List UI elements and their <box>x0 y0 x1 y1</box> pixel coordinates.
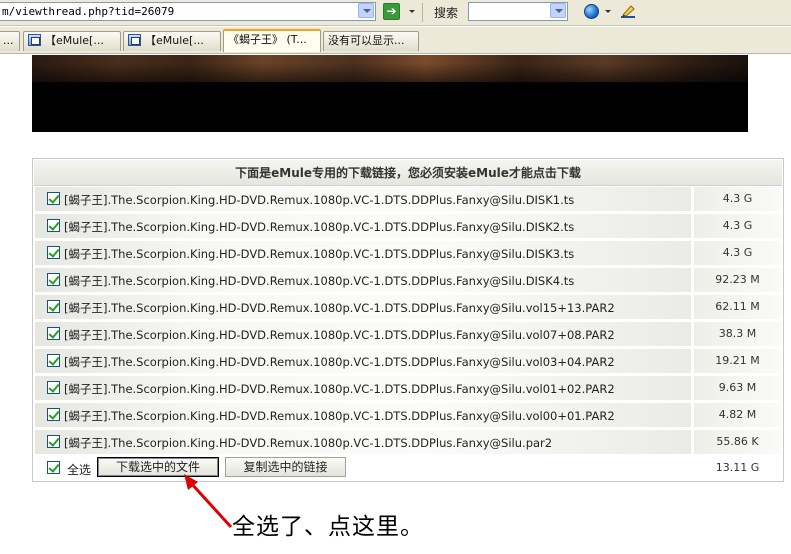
file-size: 38.3 M <box>694 322 781 347</box>
file-size: 4.3 G <box>694 214 781 239</box>
address-bar[interactable]: m/viewthread.php?tid=26079 <box>0 2 376 21</box>
globe-icon[interactable] <box>584 4 599 19</box>
file-checkbox[interactable] <box>47 408 60 421</box>
tab-strip: ... 【eMule[... 【eMule[... 《蝎子王》 (T... 没有… <box>0 27 791 54</box>
pencil-edit-icon[interactable] <box>620 4 636 19</box>
tab-scorpion-king[interactable]: 《蝎子王》 (T... <box>223 29 321 52</box>
tab-emule-2[interactable]: 【eMule[... <box>123 31 221 51</box>
search-dropdown-icon[interactable] <box>550 3 566 18</box>
file-link[interactable]: [蝎子王].The.Scorpion.King.HD-DVD.Remux.108… <box>64 241 574 266</box>
go-arrow-icon[interactable]: ➔ <box>383 3 400 20</box>
address-dropdown-icon[interactable] <box>358 3 374 18</box>
file-checkbox[interactable] <box>47 246 60 259</box>
toolbar-separator <box>422 3 423 22</box>
file-row: [蝎子王].The.Scorpion.King.HD-DVD.Remux.108… <box>35 295 781 320</box>
file-size: 55.86 K <box>694 430 781 455</box>
file-name-cell: [蝎子王].The.Scorpion.King.HD-DVD.Remux.108… <box>35 295 691 320</box>
tab-label: 没有可以显示... <box>328 34 405 47</box>
file-name-cell: [蝎子王].The.Scorpion.King.HD-DVD.Remux.108… <box>35 268 691 293</box>
file-name-cell: [蝎子王].The.Scorpion.King.HD-DVD.Remux.108… <box>35 241 691 266</box>
annotation-text: 全选了、点这里。 <box>232 514 424 540</box>
file-link[interactable]: [蝎子王].The.Scorpion.King.HD-DVD.Remux.108… <box>64 430 552 455</box>
file-row: [蝎子王].The.Scorpion.King.HD-DVD.Remux.108… <box>35 241 781 266</box>
file-checkbox[interactable] <box>47 354 60 367</box>
file-link[interactable]: [蝎子王].The.Scorpion.King.HD-DVD.Remux.108… <box>64 376 615 401</box>
file-name-cell: [蝎子王].The.Scorpion.King.HD-DVD.Remux.108… <box>35 430 691 455</box>
file-checkbox[interactable] <box>47 435 60 448</box>
download-table-header: 下面是eMule专用的下载链接，您必须安装eMule才能点击下载 <box>34 160 782 186</box>
red-pointer-arrow-icon <box>184 474 233 529</box>
file-link[interactable]: [蝎子王].The.Scorpion.King.HD-DVD.Remux.108… <box>64 187 574 212</box>
file-checkbox[interactable] <box>47 273 60 286</box>
file-name-cell: [蝎子王].The.Scorpion.King.HD-DVD.Remux.108… <box>35 322 691 347</box>
file-row: [蝎子王].The.Scorpion.King.HD-DVD.Remux.108… <box>35 214 781 239</box>
file-row: [蝎子王].The.Scorpion.King.HD-DVD.Remux.108… <box>35 430 781 455</box>
file-size: 4.3 G <box>694 187 781 212</box>
browser-toolbar: m/viewthread.php?tid=26079 ➔ 搜索 <box>0 0 791 26</box>
file-link[interactable]: [蝎子王].The.Scorpion.King.HD-DVD.Remux.108… <box>64 214 574 239</box>
tab-label: 《蝎子王》 (T... <box>228 33 307 46</box>
file-checkbox[interactable] <box>47 219 60 232</box>
page-icon <box>128 34 141 46</box>
tab-emule-1[interactable]: 【eMule[... <box>23 31 121 51</box>
file-checkbox[interactable] <box>47 327 60 340</box>
file-row: [蝎子王].The.Scorpion.King.HD-DVD.Remux.108… <box>35 187 781 212</box>
file-size: 9.63 M <box>694 376 781 401</box>
file-row: [蝎子王].The.Scorpion.King.HD-DVD.Remux.108… <box>35 376 781 401</box>
file-name-cell: [蝎子王].The.Scorpion.King.HD-DVD.Remux.108… <box>35 376 691 401</box>
page-icon <box>28 34 41 46</box>
file-size: 4.3 G <box>694 241 781 266</box>
go-options-arrow-icon[interactable] <box>409 10 415 13</box>
tab-label: 【eMule[... <box>145 34 204 47</box>
copy-selected-links-button[interactable]: 复制选中的链接 <box>225 457 346 477</box>
movie-scene <box>32 55 748 82</box>
tab-previous[interactable]: ... <box>0 31 20 51</box>
file-row: [蝎子王].The.Scorpion.King.HD-DVD.Remux.108… <box>35 403 781 428</box>
select-all-checkbox[interactable] <box>47 461 60 474</box>
file-link[interactable]: [蝎子王].The.Scorpion.King.HD-DVD.Remux.108… <box>64 268 574 293</box>
emule-download-table: 下面是eMule专用的下载链接，您必须安装eMule才能点击下载 [蝎子王].T… <box>32 158 784 482</box>
movie-screenshot <box>32 55 748 132</box>
tab-no-display[interactable]: 没有可以显示... <box>323 31 419 51</box>
file-link[interactable]: [蝎子王].The.Scorpion.King.HD-DVD.Remux.108… <box>64 322 615 347</box>
file-size: 19.21 M <box>694 349 781 374</box>
file-name-cell: [蝎子王].The.Scorpion.King.HD-DVD.Remux.108… <box>35 403 691 428</box>
file-name-cell: [蝎子王].The.Scorpion.King.HD-DVD.Remux.108… <box>35 187 691 212</box>
download-actions-row: 全选 下载选中的文件 复制选中的链接 13.11 G <box>35 457 781 481</box>
file-name-cell: [蝎子王].The.Scorpion.King.HD-DVD.Remux.108… <box>35 349 691 374</box>
file-checkbox[interactable] <box>47 381 60 394</box>
tab-label: 【eMule[... <box>45 34 104 47</box>
file-link[interactable]: [蝎子王].The.Scorpion.King.HD-DVD.Remux.108… <box>64 403 615 428</box>
file-name-cell: [蝎子王].The.Scorpion.King.HD-DVD.Remux.108… <box>35 214 691 239</box>
file-checkbox[interactable] <box>47 192 60 205</box>
total-size: 13.11 G <box>715 461 760 474</box>
file-link[interactable]: [蝎子王].The.Scorpion.King.HD-DVD.Remux.108… <box>64 295 615 320</box>
select-all-label[interactable]: 全选 <box>67 461 91 478</box>
file-row: [蝎子王].The.Scorpion.King.HD-DVD.Remux.108… <box>35 268 781 293</box>
file-link[interactable]: [蝎子王].The.Scorpion.King.HD-DVD.Remux.108… <box>64 349 615 374</box>
globe-options-arrow-icon[interactable] <box>605 10 611 13</box>
file-row: [蝎子王].The.Scorpion.King.HD-DVD.Remux.108… <box>35 349 781 374</box>
file-size: 92.23 M <box>694 268 781 293</box>
file-size: 62.11 M <box>694 295 781 320</box>
tab-label: ... <box>3 34 14 47</box>
file-checkbox[interactable] <box>47 300 60 313</box>
search-label: 搜索 <box>434 6 459 20</box>
file-row: [蝎子王].The.Scorpion.King.HD-DVD.Remux.108… <box>35 322 781 347</box>
file-size: 4.82 M <box>694 403 781 428</box>
